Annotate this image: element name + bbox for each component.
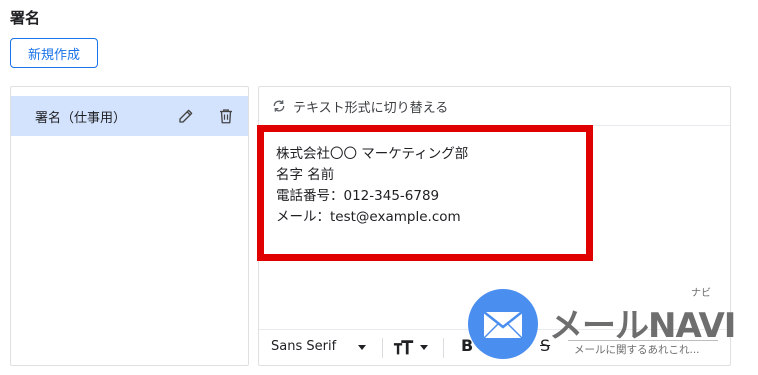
font-size-icon[interactable] (393, 338, 415, 358)
brand-divider (568, 340, 718, 341)
signature-item-label: 署名（仕事用） (35, 110, 127, 126)
switch-text-mode-label: テキスト形式に切り替える (293, 100, 449, 116)
switch-to-text-mode[interactable]: テキスト形式に切り替える (259, 87, 730, 126)
font-family-select[interactable]: Sans Serif (271, 339, 336, 354)
new-signature-button[interactable]: 新規作成 (10, 38, 98, 68)
toolbar-divider (443, 338, 444, 358)
edit-icon[interactable] (177, 107, 195, 125)
brand-tagline: メールに関するあれこれ... (574, 344, 700, 356)
refresh-icon (273, 100, 285, 112)
signature-list-item[interactable]: 署名（仕事用） (11, 96, 248, 136)
chevron-down-icon[interactable] (420, 345, 428, 350)
mail-icon (483, 311, 523, 339)
brand-watermark: ナビ メールNAVI メールに関するあれこれ... (466, 283, 736, 363)
highlight-annotation (257, 125, 593, 261)
section-title: 署名 (10, 9, 41, 27)
toolbar-divider (382, 338, 383, 358)
chevron-down-icon[interactable] (358, 345, 366, 350)
brand-ruby: ナビ (691, 288, 711, 299)
brand-logo-circle (468, 289, 538, 359)
signature-list: 署名（仕事用） (10, 86, 249, 366)
delete-icon[interactable] (217, 107, 235, 125)
